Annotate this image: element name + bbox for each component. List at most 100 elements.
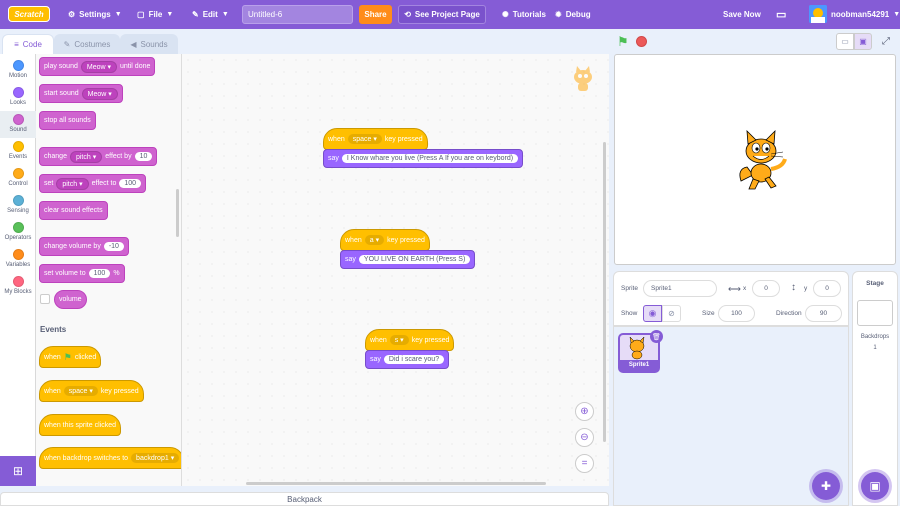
category-sound[interactable]: Sound — [0, 111, 36, 138]
block-set-volume[interactable]: set volume to 100 % — [39, 264, 125, 283]
account-menu[interactable]: noobman54291 ▼ — [831, 0, 900, 29]
key-dropdown[interactable]: a ▾ — [364, 235, 385, 245]
category-label: Motion — [8, 73, 27, 79]
show-sprite-button[interactable]: ◉ — [643, 305, 662, 322]
sprite-name-input[interactable]: Sprite1 — [643, 280, 717, 297]
tab-code[interactable]: ≡ Code — [2, 34, 54, 54]
green-flag-icon[interactable]: ⚑ — [617, 34, 629, 50]
block-stop-all-sounds[interactable]: stop all sounds — [39, 111, 96, 130]
block-when-backdrop-switches[interactable]: when backdrop switches to backdrop1 ▾ — [39, 447, 181, 469]
x-input[interactable]: 0 — [752, 280, 780, 297]
tab-sounds[interactable]: ◀ Sounds — [120, 34, 178, 54]
workspace-horizontal-scrollbar[interactable] — [246, 482, 546, 485]
block-when-key-pressed[interactable]: when space ▾ key pressed — [39, 380, 144, 402]
edit-menu[interactable]: ✎ Edit ▼ — [192, 0, 229, 29]
avatar[interactable] — [809, 5, 827, 23]
hide-sprite-button[interactable]: ⊘ — [662, 305, 681, 322]
see-project-page-button[interactable]: ⟲ See Project Page — [398, 5, 486, 24]
key-dropdown[interactable]: s ▾ — [389, 335, 409, 345]
script-2-say-block[interactable]: say YOU LIVE ON EARTH (Press S) — [340, 250, 476, 269]
sound-dropdown[interactable]: Meow ▾ — [81, 87, 118, 100]
folder-icon[interactable]: ▭ — [776, 0, 786, 29]
number-input[interactable]: 100 — [119, 179, 142, 188]
vertical-arrows-icon: ↕ — [791, 282, 796, 293]
block-volume-reporter[interactable]: volume — [54, 290, 87, 309]
code-workspace[interactable]: when space ▾ key pressed say I Know whar… — [182, 54, 609, 486]
y-input[interactable]: 0 — [813, 280, 841, 297]
block-when-sprite-clicked[interactable]: when this sprite clicked — [39, 414, 121, 436]
large-stage-button[interactable]: ▣ — [854, 33, 872, 50]
delete-sprite-button[interactable]: 🗑 — [650, 330, 663, 343]
category-looks[interactable]: Looks — [0, 84, 36, 111]
settings-menu[interactable]: ⚙ Settings ▼ — [68, 0, 122, 29]
file-menu[interactable]: ▢ File ▼ — [137, 0, 173, 29]
category-control[interactable]: Control — [0, 165, 36, 192]
effect-dropdown[interactable]: pitch ▾ — [69, 150, 103, 163]
direction-input[interactable]: 90 — [805, 305, 842, 322]
stage-thumbnail[interactable] — [857, 300, 893, 326]
choose-sprite-button[interactable]: ✚ — [812, 472, 840, 500]
backpack[interactable]: Backpack — [0, 492, 609, 506]
script-3-say-block[interactable]: say Did i scare you? — [365, 350, 450, 369]
script-3-hat-block[interactable]: when s ▾ key pressed — [365, 329, 455, 351]
say-text-input[interactable]: YOU LIVE ON EARTH (Press S) — [358, 255, 471, 264]
block-play-sound-until-done[interactable]: play sound Meow ▾ until done — [39, 57, 156, 76]
add-extension-button[interactable]: ⊞ — [0, 456, 36, 486]
choose-backdrop-button[interactable]: ▣ — [861, 472, 889, 500]
tab-costumes[interactable]: ✎ Costumes — [54, 34, 120, 54]
block-text: set volume to — [44, 270, 86, 277]
sprite-cat-icon — [570, 66, 596, 94]
sound-dropdown[interactable]: Meow ▾ — [80, 60, 118, 73]
block-change-volume[interactable]: change volume by -10 — [39, 237, 129, 256]
block-set-effect[interactable]: set pitch ▾ effect to 100 — [39, 174, 147, 193]
number-input[interactable]: 100 — [88, 269, 111, 278]
script-1-say-block[interactable]: say I Know whare you live (Press A If yo… — [323, 149, 524, 168]
zoom-out-button[interactable]: ⊖ — [575, 428, 594, 447]
number-input[interactable]: 10 — [134, 152, 153, 161]
block-change-effect[interactable]: change pitch ▾ effect by 10 — [39, 147, 158, 166]
category-my-blocks[interactable]: My Blocks — [0, 273, 36, 300]
stage-selector-panel[interactable]: Stage Backdrops 1 — [852, 271, 898, 506]
category-motion[interactable]: Motion — [0, 57, 36, 84]
zoom-in-button[interactable]: ⊕ — [575, 402, 594, 421]
script-1-hat-block[interactable]: when space ▾ key pressed — [323, 128, 428, 150]
category-operators[interactable]: Operators — [0, 219, 36, 246]
stage-canvas[interactable] — [614, 54, 896, 265]
project-title-input[interactable]: Untitled-6 — [242, 5, 353, 24]
chevron-down-icon: ▼ — [114, 11, 122, 18]
volume-checkbox[interactable] — [40, 294, 50, 304]
cat-sprite[interactable] — [735, 129, 787, 191]
say-text-input[interactable]: Did i scare you? — [383, 355, 445, 364]
script-2-hat-block[interactable]: when a ▾ key pressed — [340, 229, 430, 251]
save-now-button[interactable]: Save Now — [723, 0, 761, 29]
stop-icon[interactable] — [636, 36, 647, 47]
key-dropdown[interactable]: space ▾ — [63, 386, 98, 396]
workspace-vertical-scrollbar[interactable] — [603, 142, 606, 442]
effect-dropdown[interactable]: pitch ▾ — [56, 177, 89, 190]
zoom-reset-button[interactable]: = — [575, 454, 594, 473]
size-input[interactable]: 100 — [718, 305, 755, 322]
backdrop-dropdown[interactable]: backdrop1 ▾ — [131, 453, 180, 463]
share-button[interactable]: Share — [359, 5, 392, 24]
operators-dot-icon — [12, 222, 24, 233]
chevron-down-icon: ▼ — [893, 11, 900, 18]
block-when-flag-clicked[interactable]: when ⚑ clicked — [39, 346, 102, 368]
category-sensing[interactable]: Sensing — [0, 192, 36, 219]
category-menu: Motion Looks Sound Events Control Sensin… — [0, 54, 36, 486]
block-clear-sound-effects[interactable]: clear sound effects — [39, 201, 108, 220]
palette-scrollbar[interactable] — [176, 189, 179, 237]
green-flag-icon: ⚑ — [63, 351, 72, 362]
debug-button[interactable]: ✹ Debug — [555, 0, 591, 29]
category-variables[interactable]: Variables — [0, 246, 36, 273]
say-text-input[interactable]: I Know whare you live (Press A If you ar… — [341, 154, 519, 163]
tutorials-button[interactable]: ✺ Tutorials — [502, 0, 546, 29]
fullscreen-button[interactable]: ⤢ — [878, 33, 894, 50]
sensing-dot-icon — [12, 195, 24, 206]
small-stage-button[interactable]: ▭ — [836, 33, 854, 50]
block-text: key pressed — [387, 236, 425, 244]
block-start-sound[interactable]: start sound Meow ▾ — [39, 84, 123, 103]
number-input[interactable]: -10 — [103, 242, 124, 251]
key-dropdown[interactable]: space ▾ — [347, 134, 382, 144]
category-events[interactable]: Events — [0, 138, 36, 165]
scratch-logo[interactable]: Scratch — [8, 6, 50, 22]
